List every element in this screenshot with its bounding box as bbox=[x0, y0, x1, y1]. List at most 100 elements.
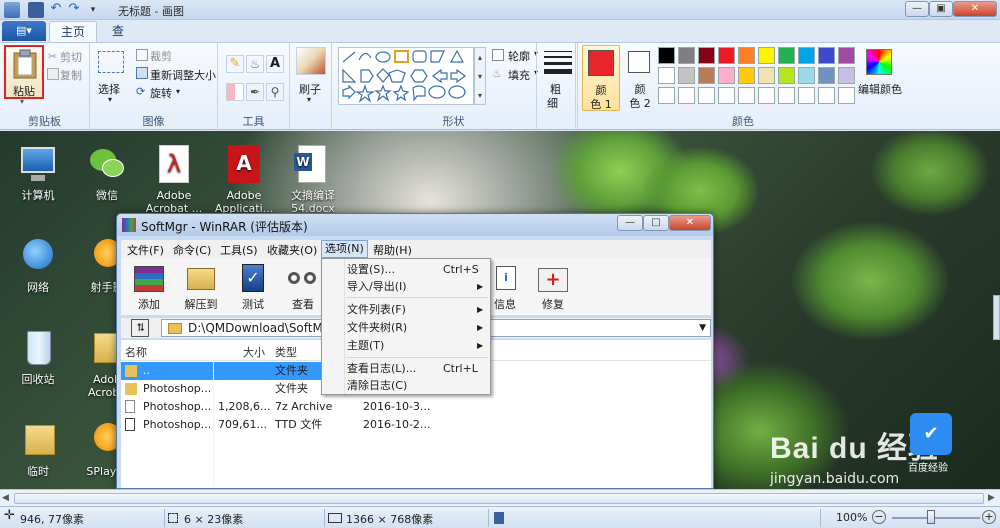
palette-swatch[interactable] bbox=[678, 67, 695, 84]
winrar-close-button[interactable]: ✕ bbox=[669, 215, 711, 231]
text-tool-icon[interactable]: A bbox=[266, 55, 284, 73]
tab-view[interactable]: 查看 bbox=[97, 21, 139, 58]
fill-button[interactable]: 填充 bbox=[508, 67, 530, 83]
edit-colors-icon[interactable] bbox=[866, 49, 892, 75]
rotate-button[interactable]: 旋转 bbox=[150, 85, 172, 101]
pencil-icon[interactable]: ✎ bbox=[226, 55, 244, 73]
file-menu-button[interactable]: ▤▾ bbox=[2, 21, 46, 41]
menu-item-theme[interactable]: 主题(T) ▶ bbox=[323, 337, 489, 354]
menu-options[interactable]: 选项(N) bbox=[321, 240, 368, 258]
scroll-right-icon[interactable]: ▶ bbox=[988, 493, 995, 503]
horizontal-scrollbar[interactable]: ◀ ▶ bbox=[0, 489, 1000, 506]
palette-swatch[interactable] bbox=[798, 47, 815, 64]
palette-swatch[interactable] bbox=[698, 87, 715, 104]
toolbar-test-button[interactable]: ✓ 测试 bbox=[231, 262, 275, 312]
side-scroll-indicator[interactable] bbox=[993, 295, 1000, 340]
palette-swatch[interactable] bbox=[718, 47, 735, 64]
column-header-type[interactable]: 类型 bbox=[275, 344, 297, 360]
palette-swatch[interactable] bbox=[838, 87, 855, 104]
palette-swatch[interactable] bbox=[758, 47, 775, 64]
tab-home[interactable]: 主页 bbox=[49, 21, 97, 42]
crop-button[interactable]: 裁剪 bbox=[150, 48, 172, 64]
menu-item-folder-tree[interactable]: 文件夹树(R) ▶ bbox=[323, 319, 489, 336]
winrar-minimize-button[interactable]: — bbox=[617, 215, 643, 231]
redo-icon[interactable]: ↷ bbox=[66, 2, 82, 18]
desktop-icon-temp[interactable]: 临时 bbox=[6, 419, 70, 478]
line-size-icon[interactable] bbox=[544, 51, 572, 75]
eraser-icon[interactable] bbox=[226, 83, 244, 101]
menu-item-file-list[interactable]: 文件列表(F) ▶ bbox=[323, 301, 489, 318]
desktop-icon-recycle-bin[interactable]: 回收站 bbox=[6, 327, 70, 386]
zoom-slider-track[interactable] bbox=[892, 517, 980, 519]
palette-swatch[interactable] bbox=[698, 47, 715, 64]
palette-swatch[interactable] bbox=[678, 87, 695, 104]
minimize-button[interactable]: — bbox=[905, 1, 929, 17]
column-header-size[interactable]: 大小 bbox=[243, 344, 265, 360]
palette-swatch[interactable] bbox=[718, 67, 735, 84]
brush-icon[interactable] bbox=[296, 47, 326, 75]
desktop-icon-docx[interactable]: W 文摘编译 54.docx bbox=[281, 143, 345, 215]
scroll-left-icon[interactable]: ◀ bbox=[2, 493, 9, 503]
menu-item-settings[interactable]: 设置(S)... Ctrl+S bbox=[323, 261, 489, 278]
copy-button[interactable]: 复制 bbox=[60, 67, 82, 83]
shapes-gallery[interactable] bbox=[338, 47, 474, 105]
quick-access-dropdown-icon[interactable]: ▾ bbox=[85, 2, 101, 18]
palette-swatch[interactable] bbox=[798, 67, 815, 84]
palette-swatch[interactable] bbox=[718, 87, 735, 104]
zoom-in-icon[interactable]: + bbox=[982, 510, 996, 524]
palette-swatch[interactable] bbox=[838, 67, 855, 84]
palette-swatch[interactable] bbox=[758, 87, 775, 104]
palette-swatch[interactable] bbox=[738, 47, 755, 64]
desktop-icon-adobe-app[interactable]: A Adobe Applicati... bbox=[212, 143, 276, 215]
palette-swatch[interactable] bbox=[818, 67, 835, 84]
cut-button[interactable]: 剪切 bbox=[60, 49, 82, 65]
color-picker-icon[interactable]: ✒ bbox=[246, 83, 264, 101]
palette-swatch[interactable] bbox=[778, 47, 795, 64]
brushes-dropdown-icon[interactable]: ▾ bbox=[307, 95, 311, 104]
magnifier-icon[interactable]: ⚲ bbox=[266, 83, 284, 101]
scroll-thumb[interactable] bbox=[14, 493, 984, 504]
menu-commands[interactable]: 命令(C) bbox=[173, 242, 211, 258]
menu-favorites[interactable]: 收藏夹(O) bbox=[267, 242, 317, 258]
up-folder-icon[interactable]: ⮁ bbox=[131, 319, 149, 337]
palette-swatch[interactable] bbox=[778, 87, 795, 104]
desktop-icon-wechat[interactable]: 微信 bbox=[75, 143, 139, 202]
paint-app-icon[interactable] bbox=[4, 2, 20, 18]
winrar-maximize-button[interactable]: □ bbox=[643, 215, 669, 231]
palette-swatch[interactable] bbox=[658, 47, 675, 64]
table-row[interactable]: Photoshop... 709,61... TTD 文件 2016-10-2.… bbox=[121, 416, 711, 434]
palette-swatch[interactable] bbox=[738, 67, 755, 84]
toolbar-add-button[interactable]: 添加 bbox=[127, 262, 171, 312]
desktop-icon-acrobat[interactable]: λ Adobe Acrobat ... bbox=[142, 143, 206, 215]
palette-swatch[interactable] bbox=[738, 87, 755, 104]
menu-item-import-export[interactable]: 导入/导出(I) ▶ bbox=[323, 278, 489, 295]
shapes-gallery-scroll[interactable]: ▴ ▾ ▾ bbox=[474, 47, 486, 105]
zoom-out-icon[interactable]: − bbox=[872, 510, 886, 524]
palette-swatch[interactable] bbox=[698, 67, 715, 84]
color1-button[interactable]: 颜 色 1 bbox=[582, 45, 620, 111]
menu-file[interactable]: 文件(F) bbox=[127, 242, 164, 258]
palette-swatch[interactable] bbox=[678, 47, 695, 64]
fill-bucket-icon[interactable]: ♨ bbox=[246, 55, 264, 73]
zoom-slider-thumb[interactable] bbox=[927, 510, 935, 524]
palette-swatch[interactable] bbox=[798, 87, 815, 104]
menu-item-view-log[interactable]: 查看日志(L)... Ctrl+L bbox=[323, 360, 489, 377]
resize-button[interactable]: 重新调整大小 bbox=[150, 67, 216, 83]
edit-colors-button[interactable]: 编辑颜色 bbox=[858, 81, 902, 97]
path-dropdown-icon[interactable]: ▼ bbox=[699, 320, 706, 336]
desktop-icon-network[interactable]: 网络 bbox=[6, 235, 70, 294]
menu-tools[interactable]: 工具(S) bbox=[220, 242, 258, 258]
maximize-button[interactable]: ▣ bbox=[929, 1, 953, 17]
menu-item-clear-log[interactable]: 清除日志(C) bbox=[323, 377, 489, 394]
palette-swatch[interactable] bbox=[778, 67, 795, 84]
palette-swatch[interactable] bbox=[818, 47, 835, 64]
palette-swatch[interactable] bbox=[658, 67, 675, 84]
save-icon[interactable] bbox=[28, 2, 44, 18]
palette-swatch[interactable] bbox=[658, 87, 675, 104]
desktop-icon-computer[interactable]: 计算机 bbox=[6, 143, 70, 202]
menu-help[interactable]: 帮助(H) bbox=[373, 242, 412, 258]
color2-button[interactable]: 颜 色 2 bbox=[622, 45, 660, 111]
table-row[interactable]: Photoshop... 1,208,6... 7z Archive 2016-… bbox=[121, 398, 711, 416]
undo-icon[interactable]: ↶ bbox=[48, 2, 64, 18]
palette-swatch[interactable] bbox=[758, 67, 775, 84]
